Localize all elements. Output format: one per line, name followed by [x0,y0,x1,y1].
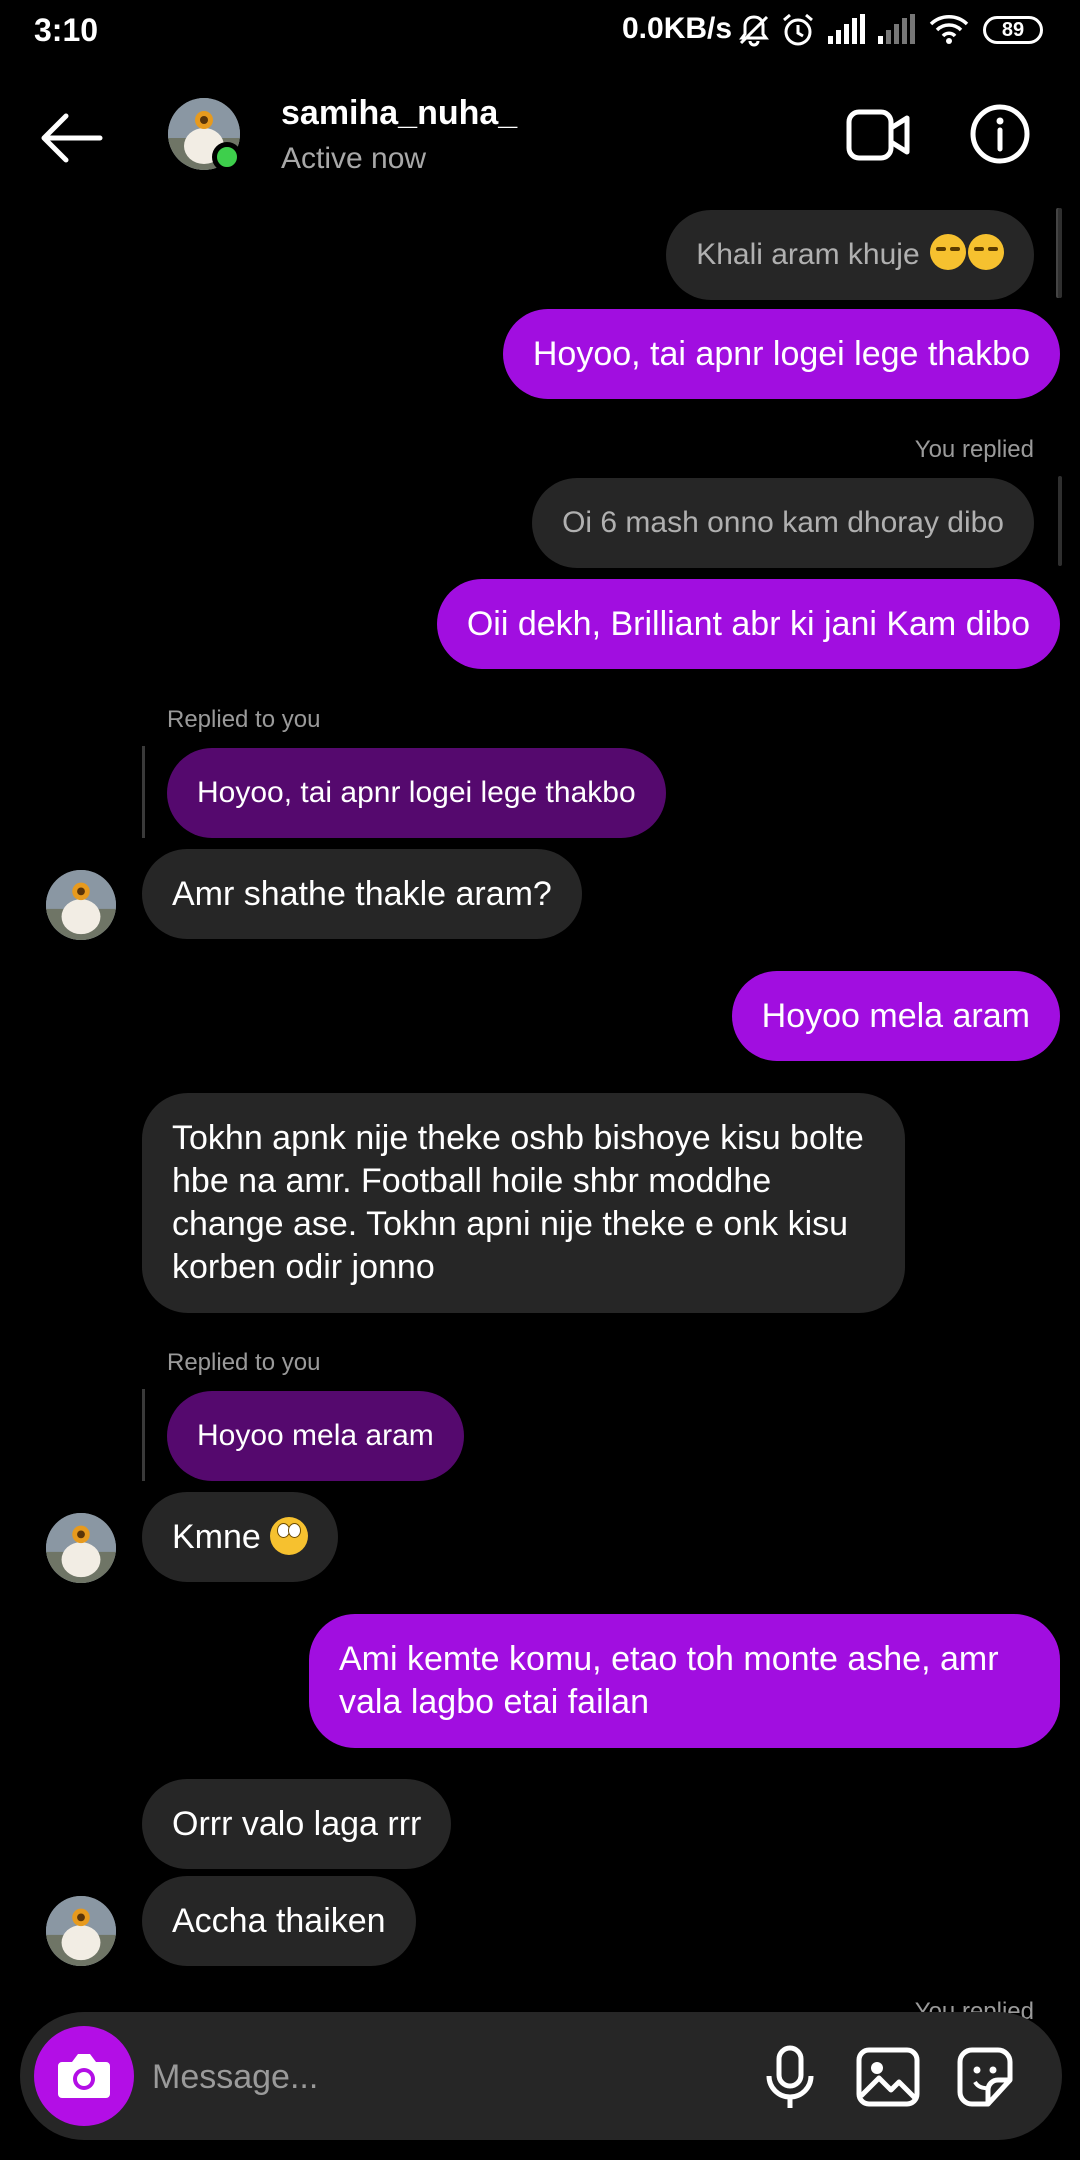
message-text: Hoyoo, tai apnr logei lege thakbo [197,776,636,809]
chat-header: samiha_nuha_ Active now [0,62,1080,212]
message-text: Hoyoo mela aram [761,997,1030,1035]
message-text: Hoyoo, tai apnr logei lege thakbo [532,335,1030,373]
received-message[interactable]: Kmne [142,1492,339,1582]
sticker-icon[interactable] [950,2042,1020,2112]
sender-avatar[interactable] [46,1513,116,1583]
info-icon[interactable] [968,102,1032,166]
received-message[interactable]: Accha thaiken [142,1876,416,1966]
reply-bar [1058,476,1062,566]
sent-message[interactable]: Hoyoo, tai apnr logei lege thakbo [502,309,1060,399]
camera-icon [58,2054,110,2098]
message-text: Khali aram khuje [696,238,920,271]
wifi-icon [929,15,969,44]
message-text: Oii dekh, Brilliant abr ki jani Kam dibo [466,605,1030,643]
dog-photo-icon [46,1513,116,1583]
rolling-eyes-emoji-icon [270,1517,309,1555]
message-text: Kmne [172,1518,261,1556]
quoted-message[interactable]: Oi 6 mash onno kam dhoray dibo [532,478,1034,568]
microphone-icon[interactable] [755,2042,825,2112]
message-composer [20,2012,1062,2140]
video-call-icon[interactable] [845,106,911,164]
message-text: Orrr valo laga rrr [172,1805,422,1843]
active-status: Active now [281,142,427,175]
camera-button[interactable] [34,2026,134,2126]
status-bar: 3:10 0.0KB/s 89 [0,0,1080,62]
message-text: Tokhn apnk nije theke oshb bishoye kisu … [172,1119,864,1286]
sender-avatar[interactable] [46,1896,116,1966]
quoted-message[interactable]: Hoyoo mela aram [167,1391,464,1481]
network-speed: 0.0KB/s [622,12,733,45]
profile-avatar[interactable] [168,98,244,174]
quoted-message[interactable]: Khali aram khuje [666,210,1034,300]
sent-message[interactable]: Oii dekh, Brilliant abr ki jani Kam dibo [436,579,1060,669]
reply-bar [1058,208,1062,298]
dog-photo-icon [46,870,116,940]
received-message[interactable]: Amr shathe thakle aram? [142,849,582,939]
reply-bar [142,746,145,838]
received-message[interactable]: Tokhn apnk nije theke oshb bishoye kisu … [142,1093,905,1313]
message-text: Hoyoo mela aram [197,1419,434,1452]
signal-weak-icon [878,14,915,44]
reply-label: Replied to you [167,706,321,733]
message-text: Ami kemte komu, etao toh monte ashe, amr… [339,1640,999,1721]
dog-photo-icon [46,1896,116,1966]
reply-bar [142,1389,145,1481]
battery-icon: 89 [983,16,1043,44]
sender-avatar[interactable] [46,870,116,940]
unamused-face-emoji-icon [968,234,1004,270]
contact-name[interactable]: samiha_nuha_ [281,94,517,133]
signal-icon [828,14,865,44]
message-text: Oi 6 mash onno kam dhoray dibo [562,506,1004,539]
sent-message[interactable]: Ami kemte komu, etao toh monte ashe, amr… [309,1614,1060,1748]
back-arrow-icon[interactable] [38,110,104,166]
sent-message[interactable]: Hoyoo mela aram [731,971,1060,1061]
alarm-icon [783,13,813,46]
received-message[interactable]: Orrr valo laga rrr [142,1779,452,1869]
message-text: Accha thaiken [172,1902,386,1940]
message-text: Amr shathe thakle aram? [172,875,552,913]
mute-icon [739,15,769,47]
unamused-face-emoji-icon [930,234,966,270]
reply-label: You replied [914,436,1034,463]
gallery-icon[interactable] [853,2042,923,2112]
status-time: 3:10 [34,12,99,48]
message-input[interactable] [150,2046,714,2108]
quoted-message[interactable]: Hoyoo, tai apnr logei lege thakbo [167,748,666,838]
online-indicator [212,142,242,172]
reply-label: Replied to you [167,1349,321,1376]
